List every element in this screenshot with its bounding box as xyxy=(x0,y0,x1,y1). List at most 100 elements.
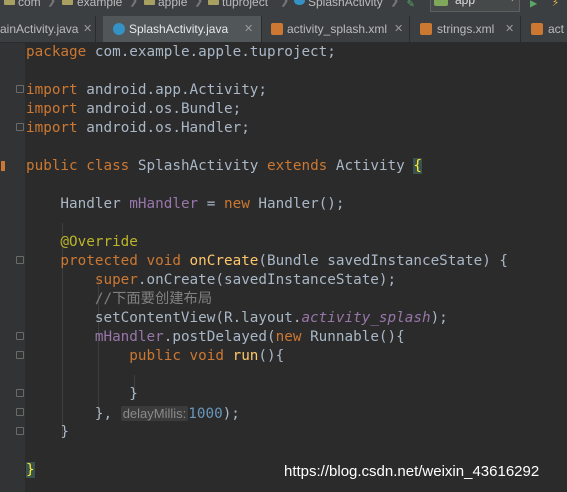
code-text: (){ xyxy=(258,348,285,364)
class-icon xyxy=(113,23,125,35)
breadcrumb-com[interactable]: com xyxy=(18,0,41,9)
field-name: mHandler xyxy=(129,196,199,212)
field-name: mHandler xyxy=(26,329,164,345)
code-line-post-close: }, delayMillis: 1000); xyxy=(26,404,240,423)
matched-brace: { xyxy=(413,158,422,174)
close-icon[interactable]: ✕ xyxy=(505,22,514,35)
keyword: import xyxy=(26,101,78,117)
type-name: Handler xyxy=(26,196,130,212)
close-icon[interactable]: ✕ xyxy=(244,22,253,35)
change-marker xyxy=(1,161,5,171)
class-name: SplashActivity xyxy=(129,158,268,174)
fold-marker-icon[interactable] xyxy=(16,256,24,264)
code-text: (Bundle savedInstanceState) { xyxy=(258,253,509,269)
parameter-hint: delayMillis: xyxy=(120,406,189,421)
navigation-bar: com ❯ example ❯ apple ❯ tuproject ❯ Spla… xyxy=(0,0,567,16)
code-line-annotation: @Override xyxy=(26,234,138,250)
keyword: protected void xyxy=(26,253,190,269)
breadcrumb-apple[interactable]: apple xyxy=(158,0,187,9)
chevron-down-icon: ▼ xyxy=(510,0,515,4)
fold-marker-icon[interactable] xyxy=(16,85,24,93)
method-name: onCreate xyxy=(189,253,259,269)
xml-icon xyxy=(271,23,283,35)
code-line-import: import android.app.Activity; xyxy=(26,81,267,100)
fold-marker-icon[interactable] xyxy=(16,332,24,340)
tab-label: strings.xml xyxy=(437,22,495,36)
xml-icon xyxy=(420,23,432,35)
tab-activity-splash-xml[interactable]: activity_splash.xml ✕ xyxy=(263,16,410,42)
code-line-comment: //下面要创建布局 xyxy=(26,291,213,307)
breadcrumb-separator-icon: ❯ xyxy=(390,0,400,7)
run-icon[interactable]: ▶ xyxy=(530,0,537,10)
method-name: run xyxy=(232,348,259,364)
folder-icon xyxy=(62,0,73,5)
code-text: .onCreate(savedInstanceState); xyxy=(137,272,397,288)
tab-label: SplashActivity.java xyxy=(129,22,229,36)
code-line-class: public class SplashActivity extends Acti… xyxy=(26,157,422,176)
tab-label: ainActivity.java xyxy=(0,22,79,36)
keyword: new xyxy=(275,329,302,345)
breadcrumb-separator-icon: ❯ xyxy=(129,0,139,7)
code-text: android.os.Handler; xyxy=(77,120,250,136)
fold-marker-icon[interactable] xyxy=(16,389,24,397)
breadcrumb-separator-icon: ❯ xyxy=(280,0,290,7)
code-line-run-close: } xyxy=(26,386,138,402)
close-icon[interactable]: ✕ xyxy=(394,22,403,35)
code-line-super: super.onCreate(savedInstanceState); xyxy=(26,271,396,290)
breadcrumb-tuproject[interactable]: tuproject xyxy=(222,0,268,9)
keyword: extends xyxy=(267,158,328,174)
fold-marker-icon[interactable] xyxy=(16,427,24,435)
code-text: android.app.Activity; xyxy=(77,82,268,98)
close-icon[interactable]: ✕ xyxy=(83,22,92,35)
keyword: import xyxy=(26,120,78,136)
code-text: Handler(); xyxy=(249,196,345,212)
editor-tab-bar: ainActivity.java ✕ SplashActivity.java ✕… xyxy=(0,16,567,43)
tab-label: act xyxy=(548,22,565,36)
keyword: package xyxy=(26,44,87,60)
run-configuration-select[interactable]: app ▼ xyxy=(430,0,520,12)
code-line-import: import android.os.Bundle; xyxy=(26,100,241,119)
code-text: setContentView(R.layout. xyxy=(26,310,302,326)
code-line-method: protected void onCreate(Bundle savedInst… xyxy=(26,252,508,271)
build-hammer-icon[interactable]: ✎ xyxy=(407,0,414,10)
code-area[interactable]: package com.example.apple.tuproject; imp… xyxy=(26,43,567,492)
fold-marker-icon[interactable] xyxy=(16,123,24,131)
code-line-run: public void run(){ xyxy=(26,347,284,366)
apply-changes-icon[interactable]: ⚡ xyxy=(552,0,559,9)
breadcrumb-example[interactable]: example xyxy=(77,0,122,9)
code-text: }, xyxy=(26,406,121,422)
tab-splashactivity[interactable]: SplashActivity.java ✕ xyxy=(103,16,262,42)
folder-icon xyxy=(208,0,219,5)
code-text: ); xyxy=(430,310,448,326)
run-configuration-label: app xyxy=(455,0,476,7)
breadcrumb-separator-icon: ❯ xyxy=(194,0,204,7)
tab-activity-overflow[interactable]: act xyxy=(522,16,567,42)
keyword: public void xyxy=(26,348,233,364)
code-text: ); xyxy=(222,406,240,422)
breadcrumb-separator-icon: ❯ xyxy=(47,0,57,7)
code-line-setcontentview: setContentView(R.layout.activity_splash)… xyxy=(26,309,448,328)
fold-marker-icon[interactable] xyxy=(16,351,24,359)
parent-class: Activity xyxy=(327,158,414,174)
watermark: https://blog.csdn.net/weixin_43616292 xyxy=(284,463,540,480)
keyword: import xyxy=(26,82,78,98)
xml-icon xyxy=(531,23,543,35)
class-icon xyxy=(294,0,305,5)
tab-label: activity_splash.xml xyxy=(287,22,388,36)
folder-icon xyxy=(144,0,155,5)
code-line-package: package com.example.apple.tuproject; xyxy=(26,43,336,62)
matched-brace: } xyxy=(26,462,35,478)
folder-icon xyxy=(4,0,15,5)
code-line-field: Handler mHandler = new Handler(); xyxy=(26,195,345,214)
fold-marker-icon[interactable] xyxy=(16,408,24,416)
code-text: Runnable(){ xyxy=(301,329,405,345)
operator: = xyxy=(198,196,224,212)
tab-strings-xml[interactable]: strings.xml ✕ xyxy=(411,16,521,42)
code-line-import: import android.os.Handler; xyxy=(26,119,250,138)
keyword: new xyxy=(224,196,250,212)
code-line-class-close: } xyxy=(26,461,35,480)
code-line-postdelayed: mHandler.postDelayed(new Runnable(){ xyxy=(26,328,405,347)
tab-mainactivity[interactable]: ainActivity.java ✕ xyxy=(0,16,96,42)
breadcrumb-splashactivity[interactable]: SplashActivity xyxy=(308,0,383,9)
code-editor[interactable]: package com.example.apple.tuproject; imp… xyxy=(0,43,567,492)
